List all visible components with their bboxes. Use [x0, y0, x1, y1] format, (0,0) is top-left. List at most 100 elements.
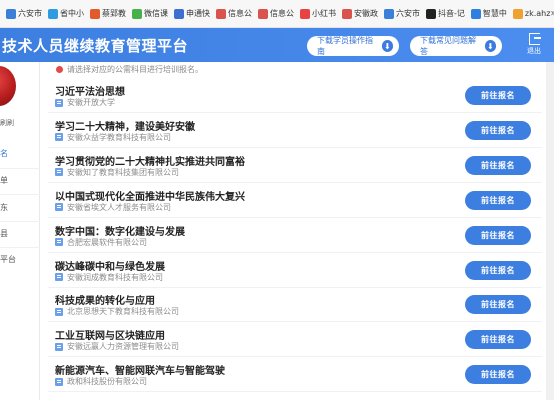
favicon-icon [48, 8, 58, 19]
course-provider-name: 安徽众益学教育科技有限公司 [67, 132, 171, 142]
notice: 请选择对应的公需科目进行培训报名。 [56, 64, 203, 75]
bookmark-item[interactable]: 六安市 [6, 4, 42, 24]
bookmark-item[interactable]: zk.ahz [512, 4, 551, 24]
sidebar-item-4[interactable]: 县 [0, 228, 40, 239]
course-provider-name: 安徽远赢人力资源管理有限公司 [67, 342, 179, 352]
course-provider: 北京思想天下教育科技有限公司 [55, 306, 179, 317]
logout-label: 退出 [527, 47, 541, 55]
divider [0, 247, 40, 248]
bookmark-item[interactable]: 申通快 [174, 4, 210, 24]
course-row: 工业互联网与区块链应用 安徽远赢人力资源管理有限公司 前往报名 [48, 324, 542, 358]
divider [0, 168, 40, 169]
download-icon: ⬇ [381, 40, 393, 52]
course-provider-name: 安徽润成教育科技有限公司 [67, 272, 163, 282]
download-icon: ⬇ [484, 40, 496, 52]
bookmark-label: 微信课 [144, 9, 168, 18]
favicon-icon [132, 8, 142, 19]
course-provider: 政和科技股份有限公司 [55, 376, 147, 387]
notice-text: 请选择对应的公需科目进行培训报名。 [67, 65, 203, 74]
sidebar-username: 刷刷 [0, 119, 14, 127]
enroll-button[interactable]: 前往报名 [465, 295, 531, 315]
favicon-icon [384, 8, 394, 19]
download-guide-label: 下载学员操作指南 [317, 36, 373, 56]
enroll-button[interactable]: 前往报名 [465, 330, 531, 350]
enroll-button[interactable]: 前往报名 [465, 260, 531, 280]
bookmark-label: 蔡郢教 [102, 9, 126, 18]
building-icon [55, 133, 63, 142]
course-title: 碳达峰碳中和与绿色发展 [55, 261, 165, 273]
enroll-button[interactable]: 前往报名 [465, 155, 531, 175]
bookmark-label: zk.ahz [524, 9, 551, 18]
course-list-panel: 请选择对应的公需科目进行培训报名。 习近平法治思想 安徽开放大学 前往报名 学习二十大… [40, 62, 554, 400]
course-provider: 安徽众益学教育科技有限公司 [55, 132, 171, 143]
download-faq-button[interactable]: 下载常见问题解答 ⬇ [410, 36, 502, 56]
favicon-icon [512, 8, 523, 19]
building-icon [55, 377, 63, 386]
course-provider: 安徽知了教育科技集团有限公司 [55, 167, 179, 178]
favicon-icon [90, 8, 100, 19]
course-provider-name: 合肥宏晨软件有限公司 [67, 237, 147, 247]
favicon-icon [216, 8, 226, 19]
bookmark-item[interactable]: 信息公 [258, 4, 294, 24]
bookmark-item[interactable]: 微信课 [132, 4, 168, 24]
enroll-button[interactable]: 前往报名 [465, 190, 531, 210]
download-guide-button[interactable]: 下载学员操作指南 ⬇ [307, 36, 399, 56]
course-provider: 安徽润成教育科技有限公司 [55, 272, 163, 283]
bookmark-label: 安徽政 [354, 9, 378, 18]
bookmark-item[interactable]: 智慧中 [470, 4, 507, 24]
course-row: 习近平法治思想 安徽开放大学 前往报名 [48, 80, 542, 113]
course-row: 新能源汽车、智能网联汽车与智能驾驶 政和科技股份有限公司 前往报名 [48, 359, 542, 393]
course-provider-name: 安徽开放大学 [67, 98, 115, 107]
bookmark-item[interactable]: 蔡郢教 [90, 4, 126, 24]
building-icon [55, 98, 63, 107]
info-icon [56, 66, 63, 73]
divider [0, 194, 40, 195]
course-title: 数字中国：数字化建设与发展 [55, 226, 185, 238]
course-title: 新能源汽车、智能网联汽车与智能驾驶 [55, 366, 225, 378]
bookmark-label: 信息公 [270, 9, 294, 18]
enroll-button[interactable]: 前往报名 [465, 365, 531, 385]
course-provider: 安徽远赢人力资源管理有限公司 [55, 341, 179, 352]
building-icon [55, 238, 63, 247]
favicon-icon [258, 8, 268, 19]
bookmark-label: 信息公 [228, 9, 252, 18]
logout-button[interactable]: 退出 [522, 31, 546, 61]
page-title: 技术人员继续教育管理平台 [2, 37, 189, 55]
course-title: 科技成果的转化与应用 [55, 296, 155, 308]
logout-icon [528, 33, 541, 45]
course-row: 碳达峰碳中和与绿色发展 安徽润成教育科技有限公司 前往报名 [48, 255, 542, 288]
enroll-button[interactable]: 前往报名 [465, 120, 531, 140]
building-icon [55, 273, 63, 281]
enroll-button[interactable]: 前往报名 [465, 86, 531, 105]
bookmark-item[interactable]: 抖音-记 [426, 4, 465, 24]
bookmark-item[interactable]: 信息公 [216, 4, 252, 24]
course-title: 以中国式现代化全面推进中华民族伟大复兴 [55, 191, 245, 203]
more-bookmarks-icon[interactable]: » [550, 8, 554, 19]
bookmark-item[interactable]: 小红书 [300, 4, 336, 24]
favicon-icon [174, 8, 184, 19]
bookmark-label: 省中小 [60, 9, 84, 18]
course-provider: 安徽省埃文人才服务有限公司 [55, 202, 171, 213]
site-header: 技术人员继续教育管理平台 下载学员操作指南 ⬇ 下载常见问题解答 ⬇ 退出 [0, 28, 554, 62]
building-icon [55, 168, 63, 177]
bookmark-label: 抖音-记 [438, 9, 465, 18]
favicon-icon [342, 8, 352, 19]
bookmark-item[interactable]: 安徽政 [342, 4, 378, 24]
course-provider-name: 安徽省埃文人才服务有限公司 [67, 202, 171, 212]
sidebar-item-enroll[interactable]: 名 [0, 148, 40, 159]
download-faq-label: 下载常见问题解答 [420, 36, 476, 56]
sidebar-item-2[interactable]: 单 [0, 175, 40, 186]
course-title: 工业互联网与区块链应用 [55, 331, 165, 343]
course-provider: 合肥宏晨软件有限公司 [55, 237, 147, 248]
avatar [0, 66, 16, 106]
building-icon [55, 203, 63, 212]
course-row: 以中国式现代化全面推进中华民族伟大复兴 安徽省埃文人才服务有限公司 前往报名 [48, 185, 542, 218]
bookmark-item[interactable]: 六安市 [384, 4, 420, 24]
course-provider-name: 政和科技股份有限公司 [67, 377, 147, 387]
enroll-button[interactable]: 前往报名 [465, 225, 531, 245]
sidebar-item-3[interactable]: 东 [0, 202, 40, 213]
sidebar-item-5[interactable]: 平台 [0, 254, 40, 265]
course-title: 学习贯彻党的二十大精神扎实推进共同富裕 [55, 156, 245, 168]
bookmark-item[interactable]: 省中小 [48, 4, 84, 24]
scrollbar[interactable] [546, 62, 554, 400]
